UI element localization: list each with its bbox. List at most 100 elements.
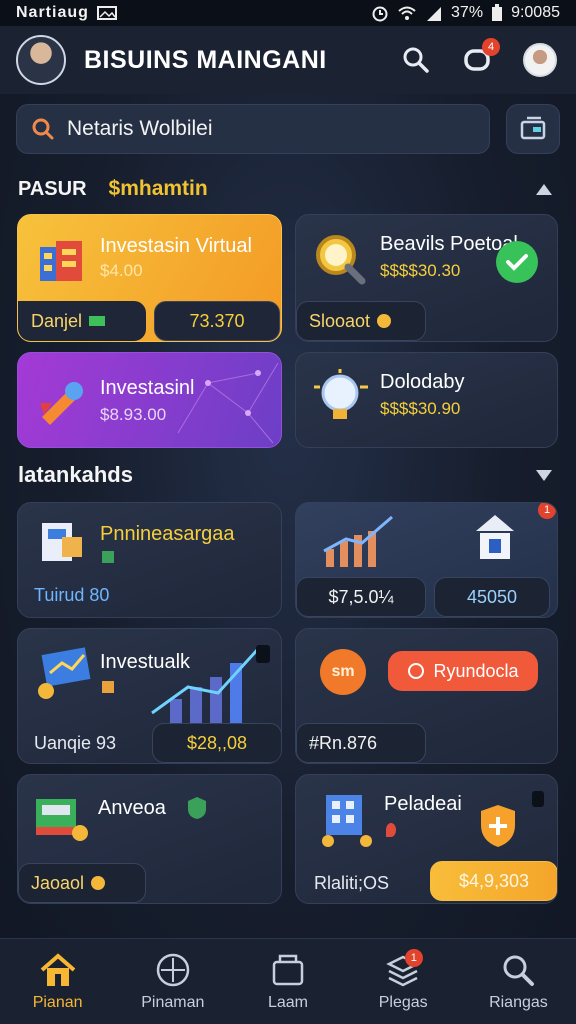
small-badge-icon: [102, 551, 114, 563]
invest-board-icon: [38, 647, 91, 699]
clock: 9:0085: [511, 4, 560, 21]
tag-label: Jaoaol: [31, 872, 85, 893]
card-value: $$$$30.90: [380, 399, 461, 418]
rocket-icon: [40, 382, 83, 425]
home-icon: [40, 952, 75, 986]
card-stat: Rlaliti;OS: [314, 873, 390, 893]
tag-label: Danjel: [31, 310, 83, 331]
card-peladeai[interactable]: Peladeai Rlaliti;OS $4,9,303: [295, 774, 558, 904]
nav-badge: 1: [404, 949, 423, 967]
search-placeholder: Netaris Wolbilei: [67, 117, 213, 140]
coin-icon: [377, 314, 392, 328]
card-investasinl[interactable]: Investasinl $8.93.00: [17, 352, 282, 448]
nav-item-store[interactable]: Laam: [230, 939, 345, 1024]
shield-plus-icon: [481, 805, 515, 847]
lock-icon: [256, 645, 270, 663]
card-tag[interactable]: Slooaot: [296, 301, 426, 341]
image-icon: [96, 6, 117, 20]
stat-text: #Rn.876: [309, 732, 378, 753]
coin-badge-icon: sm: [320, 649, 366, 695]
card-investasin-virtual[interactable]: Investasin Virtual $4.00 Danjel 73.370: [17, 214, 282, 342]
search-row: Netaris Wolbilei: [16, 104, 560, 156]
battery-percent: 37%: [451, 4, 484, 21]
status-bar: Nartiaug 37% 9:0085: [0, 0, 576, 26]
section-label: PASUR: [18, 177, 87, 200]
card-anveoa[interactable]: Anveoa Jaoaol: [17, 774, 282, 904]
card-beavils-poetoal[interactable]: Beavils Poetoal $$$$30.30 Slooaot: [295, 214, 558, 342]
check-icon: [496, 241, 538, 283]
section-header-latest: latankahds: [18, 458, 558, 492]
card-title: Anveoa: [98, 797, 166, 819]
nav-item-compass[interactable]: Pinaman: [115, 939, 230, 1024]
collapse-caret-icon[interactable]: [536, 183, 552, 195]
card-amount-pill[interactable]: $4,9,303: [430, 861, 557, 901]
wallet-icon: [520, 116, 546, 140]
nav-item-stack[interactable]: 1 Plegas: [346, 939, 461, 1024]
expand-caret-icon[interactable]: [536, 469, 552, 481]
card-title: Investasinl: [100, 377, 195, 399]
section-header-featured: PASUR $mhamtin: [18, 172, 558, 206]
card-value: $4.00: [100, 261, 143, 280]
bank-icon: [476, 515, 514, 559]
card-stat: Uanqie 93: [34, 733, 117, 753]
ryundocla-button[interactable]: Ryundocla: [388, 651, 538, 691]
card-title: Investualk: [100, 651, 191, 673]
clock-icon: [408, 663, 425, 679]
card-value: $8.93.00: [100, 405, 167, 424]
card-value: $$$$30.30: [380, 261, 461, 280]
card-amount-pill[interactable]: $28,,08: [152, 723, 281, 763]
bottom-navigation: Pianan Pinaman Laam 1 Plegas Riangas: [0, 938, 576, 1024]
shield-check-icon: [188, 797, 206, 819]
search-icon: [503, 955, 535, 986]
card-growth-chart[interactable]: 1 $7,5.0¼ 45050: [295, 502, 558, 618]
profile-avatar[interactable]: [16, 35, 66, 85]
search-input[interactable]: Netaris Wolbilei: [16, 104, 490, 154]
card-amount-pill[interactable]: 73.370: [154, 301, 280, 341]
card-title: Investasin Virtual: [100, 235, 252, 257]
lock-icon: [532, 791, 544, 807]
nav-item-home[interactable]: Pianan: [0, 939, 115, 1024]
magnifier-coin-icon: [316, 235, 366, 285]
card-stat-pill[interactable]: 45050: [434, 577, 550, 617]
card-tag[interactable]: Jaoaol: [18, 863, 146, 903]
card-stat[interactable]: Tuirud 80: [34, 585, 109, 606]
bar-chart-icon: [323, 515, 393, 567]
amount-text: $28,,08: [186, 732, 248, 753]
account-avatar: [523, 43, 557, 77]
amount-text: $7,5.0¼: [328, 586, 394, 607]
search-button[interactable]: [396, 40, 436, 80]
app-title: BISUINS MAINGANI: [84, 45, 327, 74]
app-header: BISUINS MAINGANI 4: [0, 26, 576, 94]
search-icon: [32, 118, 54, 140]
lightbulb-icon: [314, 369, 368, 419]
card-tag[interactable]: Danjel: [18, 301, 146, 341]
card-amount-pill[interactable]: $7,5.0¼: [296, 577, 426, 617]
tag-label: Slooaot: [309, 310, 371, 331]
section-highlight: $mhamtin: [108, 177, 208, 200]
alarm-icon: [372, 6, 388, 22]
card-title: Pnnineasargaa: [100, 523, 235, 545]
amount-text: 73.370: [189, 310, 245, 331]
account-button[interactable]: [520, 40, 560, 80]
amount-text: $4,9,303: [458, 870, 530, 891]
battery-icon: [492, 4, 503, 21]
cash-register-icon: [36, 799, 88, 841]
card-pnnineasargaa[interactable]: Pnnineasargaa Tuirud 80: [17, 502, 282, 618]
card-title: Dolodaby: [380, 371, 465, 393]
notification-badge: 4: [482, 38, 500, 56]
card-ryundocla[interactable]: sm Ryundocla #Rn.876: [295, 628, 558, 764]
cash-icon: [89, 316, 106, 326]
card-dolodaby[interactable]: Dolodaby $$$$30.90: [295, 352, 558, 448]
document-icon: [42, 523, 82, 561]
card-stat-pill[interactable]: #Rn.876: [296, 723, 426, 763]
signal-icon: [427, 7, 442, 21]
card-title: Peladeai: [384, 793, 462, 815]
card-investualk[interactable]: Investualk Uanqie 93 $28,,08: [17, 628, 282, 764]
nav-item-search[interactable]: Riangas: [461, 939, 576, 1024]
pin-icon: [386, 823, 396, 837]
notifications-button[interactable]: 4: [458, 38, 500, 80]
section-label: latankahds: [18, 462, 133, 487]
filter-button[interactable]: [506, 104, 560, 154]
card-badge: 1: [538, 503, 556, 519]
network-pattern: [177, 362, 279, 444]
